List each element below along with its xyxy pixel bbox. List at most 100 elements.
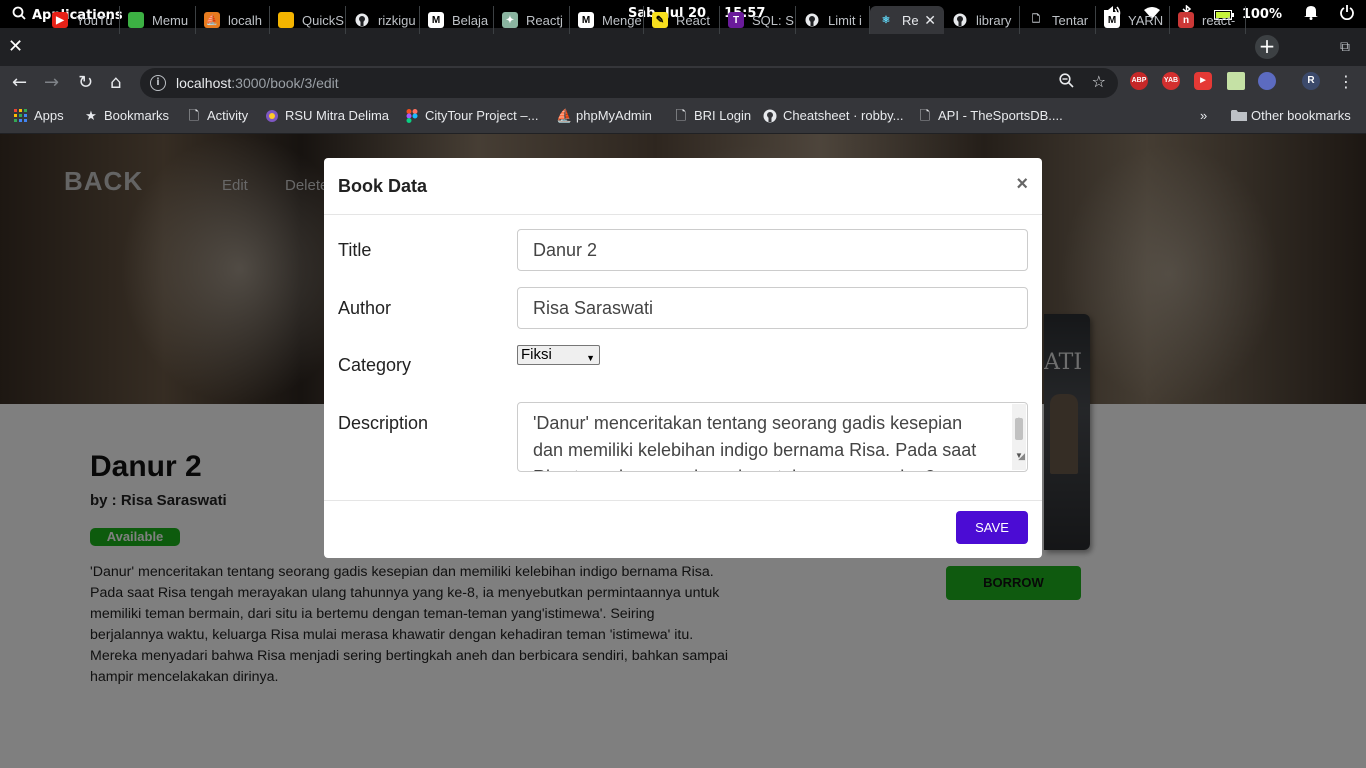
folder-icon <box>1231 109 1247 123</box>
tab-label: Limit i <box>828 12 862 28</box>
tab-label: Tentar <box>1052 12 1089 28</box>
tab-label: Menge <box>602 12 642 28</box>
description-textarea[interactable]: 'Danur' menceritakan tentang seorang gad… <box>517 402 1028 472</box>
close-icon[interactable]: × <box>1016 173 1028 196</box>
power-icon[interactable] <box>1340 5 1354 24</box>
window-restore-icon[interactable]: ⧉ <box>1340 39 1350 55</box>
circle-logo-icon <box>265 109 279 123</box>
video-extension-icon[interactable]: ▶ <box>1194 72 1212 90</box>
tab-3[interactable]: QuickS <box>270 6 346 34</box>
tab-2[interactable]: ⛵ localh <box>196 6 270 34</box>
profile-avatar[interactable]: R <box>1302 72 1320 90</box>
bookmark-cheatsheet[interactable]: Cheatsheet · robby... <box>763 108 903 123</box>
title-label: Title <box>338 240 372 260</box>
tab-8[interactable]: ✎ React <box>644 6 720 34</box>
new-tab-button[interactable]: + <box>1255 35 1279 59</box>
tab-5[interactable]: M Belaja <box>420 6 494 34</box>
slides-icon <box>278 12 294 28</box>
back-arrow-icon[interactable]: ← <box>12 72 27 93</box>
bookmark-activity[interactable]: 🗋 Activity <box>187 108 248 123</box>
tab-label: React <box>676 12 710 28</box>
modal-header: Book Data × <box>324 158 1042 215</box>
close-window-icon[interactable]: ✕ <box>8 36 23 57</box>
github-icon <box>763 109 777 123</box>
reload-icon[interactable]: ↻ <box>78 72 93 93</box>
tab-14[interactable]: M YARN <box>1096 6 1170 34</box>
site-info-icon[interactable]: i <box>150 75 166 91</box>
tab-1[interactable]: Memu <box>120 6 196 34</box>
bookmark-bri-login[interactable]: 🗋 BRI Login <box>674 108 751 123</box>
phpmyadmin-icon: ⛵ <box>204 12 220 28</box>
tab-label: library <box>976 12 1012 28</box>
close-tab-icon[interactable]: ✕ <box>924 12 936 29</box>
tab-9[interactable]: T SQL: S <box>720 6 796 34</box>
github-icon <box>804 12 820 28</box>
page-icon: 🗋 <box>919 107 931 123</box>
scroll-thumb[interactable] <box>1015 418 1023 440</box>
tab-label: YARN <box>1128 12 1164 28</box>
book-data-modal: Book Data × Title Danur 2 Author Risa Sa… <box>324 158 1042 558</box>
bookmark-star-icon[interactable]: ☆ <box>1092 72 1106 91</box>
save-button[interactable]: SAVE <box>956 511 1028 544</box>
pencil-icon: ✎ <box>652 12 668 28</box>
star-icon: ★ <box>85 107 97 123</box>
browser-toolbar: ← → ↻ ⌂ i localhost:3000/book/3/edit ☆ <box>0 66 1366 100</box>
zoom-icon[interactable] <box>1059 73 1074 92</box>
modal-title: Book Data <box>338 176 428 196</box>
figma-icon <box>405 108 419 123</box>
address-bar[interactable]: i localhost:3000/book/3/edit ☆ <box>140 68 1118 98</box>
bookmark-other[interactable]: Other bookmarks <box>1231 108 1351 123</box>
tab-4[interactable]: rizkigu <box>346 6 420 34</box>
doc-icon: 🗋 <box>1031 13 1041 25</box>
tab-0[interactable]: ▶ YouTu <box>44 6 120 34</box>
bookmark-rsu[interactable]: RSU Mitra Delima <box>265 108 389 123</box>
category-select[interactable]: Fiksi ▼ <box>517 345 600 365</box>
page-icon: 🗋 <box>675 107 687 123</box>
bookmarks-overflow-icon[interactable]: » <box>1200 108 1207 123</box>
page-icon: 🗋 <box>188 107 200 123</box>
t-icon: T <box>728 12 744 28</box>
title-input[interactable]: Danur 2 <box>517 229 1028 271</box>
url-text: localhost:3000/book/3/edit <box>176 75 339 91</box>
page-content: BACK Edit Delete Danur 2 by : Risa Saras… <box>0 134 1366 768</box>
note-extension-icon[interactable] <box>1227 72 1245 90</box>
bookmark-apps[interactable]: Apps <box>14 108 64 123</box>
tab-12[interactable]: library <box>944 6 1020 34</box>
bookmarks-bar: Apps ★ Bookmarks 🗋 Activity RSU Mitra De… <box>0 100 1366 134</box>
author-input[interactable]: Risa Saraswati <box>517 287 1028 329</box>
circle-extension-icon[interactable] <box>1258 72 1276 90</box>
tab-7[interactable]: M Menge <box>570 6 644 34</box>
chevron-down-icon: ▼ <box>586 353 595 363</box>
apps-grid-icon <box>14 108 28 123</box>
forward-arrow-icon[interactable]: → <box>44 72 59 93</box>
bookmark-bookmarks[interactable]: ★ Bookmarks <box>84 108 169 123</box>
tab-label: SQL: S <box>752 12 794 28</box>
adblock-plus-icon[interactable]: ABP <box>1130 72 1148 90</box>
medium-icon: M <box>1104 12 1120 28</box>
react-icon: ⚛ <box>881 14 891 26</box>
bookmark-citytour[interactable]: CityTour Project –... <box>405 108 538 123</box>
tab-13[interactable]: 🗋 Tentar <box>1020 6 1096 34</box>
notification-bell-icon[interactable] <box>1304 5 1318 24</box>
leaf-icon <box>128 12 144 28</box>
medium-icon: M <box>578 12 594 28</box>
home-icon[interactable]: ⌂ <box>110 72 121 93</box>
tab-11[interactable]: ⚛ Re ✕ <box>870 6 944 34</box>
battery-percent: 100% <box>1241 7 1282 22</box>
tab-15[interactable]: n react- <box>1170 6 1246 34</box>
description-label: Description <box>338 413 429 433</box>
more-menu-icon[interactable]: ⋮ <box>1338 72 1354 91</box>
tab-label: Belaja <box>452 12 489 28</box>
youtube-icon: ▶ <box>52 12 68 28</box>
bookmark-phpmyadmin[interactable]: ⛵ phpMyAdmin <box>556 108 652 123</box>
tab-label: localh <box>228 12 262 28</box>
tab-6[interactable]: ✦ Reactj <box>494 6 570 34</box>
tab-label: react- <box>1202 12 1236 28</box>
tab-label: Re <box>902 12 919 28</box>
tab-10[interactable]: Limit i <box>796 6 870 34</box>
bookmark-sportsdb[interactable]: 🗋 API - TheSportsDB.... <box>918 108 1063 123</box>
phpmyadmin-icon: ⛵ <box>556 107 573 123</box>
resize-handle-icon[interactable]: ◢ <box>1018 443 1025 470</box>
github-icon <box>952 12 968 28</box>
yab-extension-icon[interactable]: YAB <box>1162 72 1180 90</box>
